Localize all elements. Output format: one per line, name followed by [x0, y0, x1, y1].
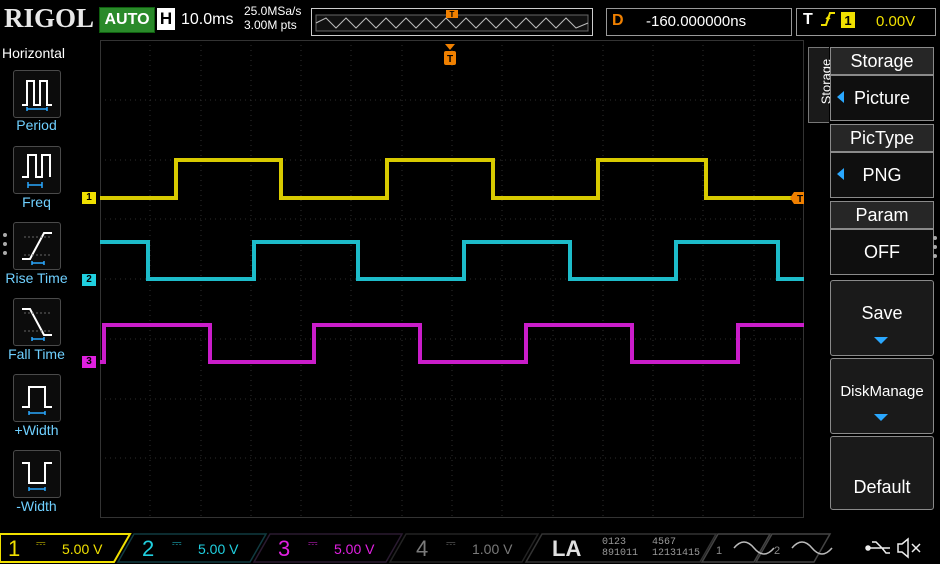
caret-left-icon — [837, 91, 844, 103]
ch4-scale[interactable]: 1.00 V — [472, 541, 512, 557]
measure-negative-width-button[interactable] — [13, 450, 61, 498]
param-value: OFF — [864, 242, 900, 262]
param-toggle[interactable]: OFF — [830, 229, 934, 275]
frequency-icon — [22, 154, 51, 188]
waveform-display[interactable]: T T — [100, 40, 804, 518]
storage-type-value: Picture — [853, 88, 911, 108]
pictype-header: PicType — [830, 124, 934, 152]
trigger-label: T — [803, 11, 813, 28]
disk-manage-button[interactable]: DiskManage — [830, 358, 934, 434]
save-label: Save — [861, 303, 903, 323]
left-menu-page-indicator — [3, 233, 7, 260]
positive-width-icon — [22, 386, 52, 415]
default-button[interactable]: Default — [830, 436, 934, 510]
usb-icon — [865, 541, 890, 554]
storage-type-selector[interactable]: Picture — [830, 75, 934, 121]
save-button[interactable]: Save — [830, 280, 934, 356]
brand-logo: RIGOL — [4, 3, 95, 33]
timebase-value[interactable]: 10.0ms — [181, 11, 233, 29]
ch3-coupling: ⎓ — [308, 536, 318, 550]
ch3-offset-marker[interactable]: 3 — [82, 356, 96, 368]
gen1-number[interactable]: 1 — [716, 545, 722, 557]
negative-width-icon — [22, 462, 52, 491]
ch2-status-frame — [116, 533, 268, 563]
right-menu-page-indicator — [933, 236, 937, 263]
pictype-value: PNG — [862, 165, 902, 185]
ch2-number[interactable]: 2 — [142, 536, 154, 562]
measure-negative-width-label: -Width — [16, 498, 57, 514]
memory-depth: 3.00M pts — [244, 18, 297, 32]
period-icon — [22, 80, 52, 111]
caret-left-icon — [837, 168, 844, 180]
measure-rise-time-label: Rise Time — [5, 270, 68, 286]
svg-text:T: T — [450, 10, 455, 19]
sample-rate: 25.0MSa/s — [244, 4, 302, 18]
measure-freq-button[interactable] — [13, 146, 61, 194]
la-channel-group-a: 0123 891011 — [602, 537, 639, 559]
measure-fall-time-button[interactable] — [13, 298, 61, 346]
trigger-source-badge: 1 — [841, 12, 855, 28]
measure-fall-time-label: Fall Time — [8, 346, 65, 362]
trigger-level: 0.00V — [876, 13, 916, 30]
ch3-status-frame — [252, 533, 404, 563]
ch3-number[interactable]: 3 — [278, 536, 290, 562]
ch2-coupling: ⎓ — [172, 536, 182, 550]
channel-status-bar — [0, 532, 940, 564]
measure-period-button[interactable] — [13, 70, 61, 118]
chevron-down-icon — [874, 414, 888, 421]
param-header: Param — [830, 201, 934, 229]
trigger-level-marker-label: T — [797, 194, 803, 205]
delay-label: D — [612, 12, 624, 29]
run-state-badge[interactable]: AUTO — [99, 7, 155, 33]
chevron-down-icon — [874, 337, 888, 344]
ch2-scale[interactable]: 5.00 V — [198, 541, 238, 557]
trigger-position-label: T — [447, 54, 453, 65]
ch1-number[interactable]: 1 — [8, 536, 20, 562]
default-label: Default — [853, 477, 911, 497]
ch1-coupling: ⎓ — [36, 536, 46, 550]
measure-freq-label: Freq — [22, 194, 51, 210]
pictype-selector[interactable]: PNG — [830, 152, 934, 198]
memory-waveform-overview: T — [311, 8, 593, 36]
measure-positive-width-label: +Width — [14, 422, 59, 438]
ch2-offset-marker[interactable]: 2 — [82, 274, 96, 286]
ch4-coupling: ⎓ — [446, 536, 456, 550]
ch1-scale[interactable]: 5.00 V — [62, 541, 102, 557]
ch4-status-frame — [388, 533, 540, 563]
delay-value: -160.000000ns — [646, 13, 747, 30]
measure-positive-width-button[interactable] — [13, 374, 61, 422]
measure-rise-time-button[interactable] — [13, 222, 61, 270]
disk-manage-label: DiskManage — [840, 383, 924, 400]
rising-edge-icon — [820, 10, 836, 33]
fall-time-icon — [22, 308, 52, 341]
sound-muted-icon — [897, 537, 921, 559]
ch4-number[interactable]: 4 — [416, 536, 428, 562]
horizontal-label: H — [157, 8, 175, 30]
storage-header: Storage — [830, 47, 934, 75]
ch3-scale[interactable]: 5.00 V — [334, 541, 374, 557]
acquisition-info: 25.0MSa/s 3.00M pts — [244, 4, 301, 32]
rise-time-icon — [22, 232, 52, 265]
logic-analyzer-label[interactable]: LA — [552, 536, 581, 562]
measure-menu-title: Horizontal — [2, 45, 66, 61]
ch1-offset-marker[interactable]: 1 — [82, 192, 96, 204]
gen2-number[interactable]: 2 — [774, 545, 780, 557]
measure-period-label: Period — [16, 117, 57, 133]
la-channel-group-b: 4567 12131415 — [652, 537, 701, 559]
